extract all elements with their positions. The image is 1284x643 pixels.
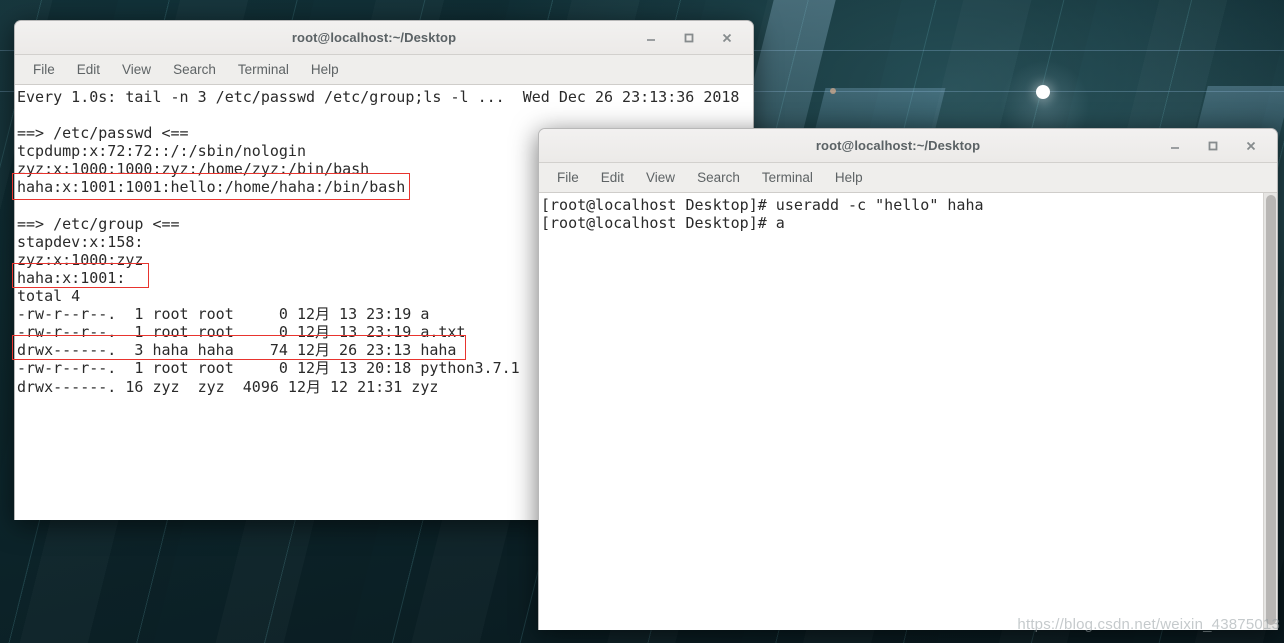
window2-controls[interactable] [1167,138,1277,154]
minimize-icon[interactable] [643,30,659,46]
menu-item-terminal[interactable]: Terminal [238,62,289,77]
window1-controls[interactable] [643,30,753,46]
menu-item-edit[interactable]: Edit [601,170,624,185]
terminal-line: Every 1.0s: tail -n 3 /etc/passwd /etc/g… [17,88,740,106]
window1-menubar[interactable]: File Edit View Search Terminal Help [15,55,753,85]
window2-title: root@localhost:~/Desktop [815,138,981,153]
menu-item-file[interactable]: File [557,170,579,185]
menu-item-help[interactable]: Help [311,62,339,77]
close-icon[interactable] [719,30,735,46]
window1-title: root@localhost:~/Desktop [291,30,457,45]
close-icon[interactable] [1243,138,1259,154]
menu-item-view[interactable]: View [646,170,675,185]
terminal-window-shell[interactable]: root@localhost:~/Desktop File Edit View … [538,128,1278,630]
watermark-url: https://blog.csdn.net/weixin_43875013 [1017,616,1280,633]
terminal-line: [root@localhost Desktop]# a [541,214,785,233]
window2-titlebar[interactable]: root@localhost:~/Desktop [539,129,1277,163]
desktop: root@localhost:~/Desktop File Edit View … [0,0,1284,643]
window1-titlebar[interactable]: root@localhost:~/Desktop [15,21,753,55]
menu-item-help[interactable]: Help [835,170,863,185]
menu-item-search[interactable]: Search [173,62,216,77]
menu-item-terminal[interactable]: Terminal [762,170,813,185]
wallpaper-white-dot [1036,85,1050,99]
menu-item-edit[interactable]: Edit [77,62,100,77]
window2-terminal-output: [root@localhost Desktop]# useradd -c "he… [541,196,1277,232]
minimize-icon[interactable] [1167,138,1183,154]
window2-terminal-body[interactable]: [root@localhost Desktop]# useradd -c "he… [539,193,1277,630]
wallpaper-small-dot [830,88,836,94]
maximize-icon[interactable] [1205,138,1221,154]
window2-menubar[interactable]: File Edit View Search Terminal Help [539,163,1277,193]
menu-item-view[interactable]: View [122,62,151,77]
menu-item-search[interactable]: Search [697,170,740,185]
window2-scrollbar[interactable] [1263,193,1277,630]
maximize-icon[interactable] [681,30,697,46]
terminal-line: [root@localhost Desktop]# useradd -c "he… [541,196,984,214]
window2-scrollbar-thumb[interactable] [1266,195,1276,625]
menu-item-file[interactable]: File [33,62,55,77]
